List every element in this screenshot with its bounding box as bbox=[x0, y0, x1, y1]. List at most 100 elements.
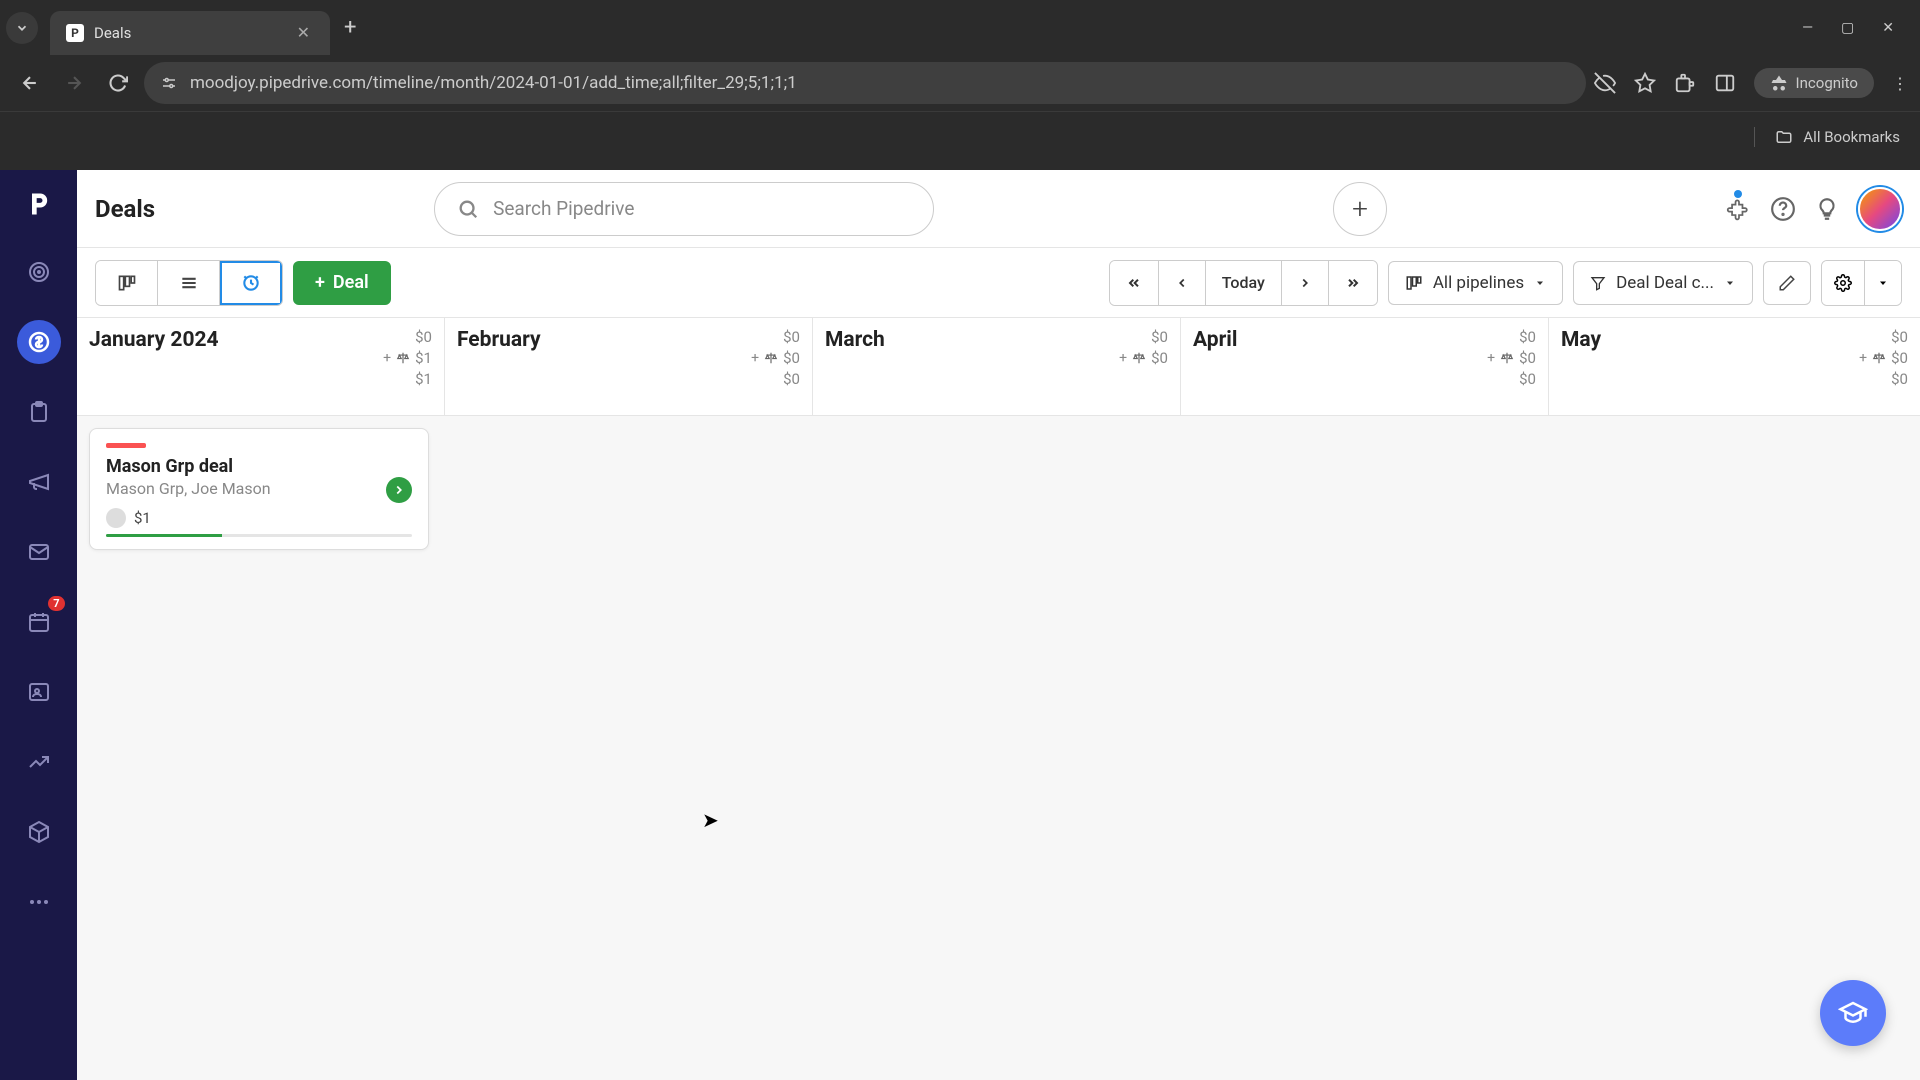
chevron-left-icon bbox=[1175, 276, 1189, 290]
sidebar-item-leads[interactable] bbox=[17, 250, 61, 294]
month-name: January 2024 bbox=[89, 328, 432, 352]
folder-icon bbox=[1775, 128, 1793, 146]
view-pipeline-button[interactable] bbox=[96, 261, 158, 305]
extensions-icon[interactable] bbox=[1674, 72, 1696, 94]
site-settings-icon[interactable] bbox=[160, 74, 178, 92]
edit-button[interactable] bbox=[1763, 261, 1811, 305]
back-button[interactable] bbox=[12, 65, 48, 101]
all-bookmarks-button[interactable]: All Bookmarks bbox=[1803, 128, 1900, 146]
lightbulb-icon bbox=[1814, 196, 1840, 222]
browser-tab[interactable]: P Deals ✕ bbox=[50, 11, 330, 55]
filter-icon bbox=[1590, 275, 1606, 291]
sidebar-item-campaigns[interactable] bbox=[17, 460, 61, 504]
megaphone-icon bbox=[27, 470, 51, 494]
nav-next-button[interactable] bbox=[1282, 261, 1329, 305]
app-logo[interactable] bbox=[19, 184, 59, 224]
search-placeholder: Search Pipedrive bbox=[493, 197, 634, 220]
deal-advance-button[interactable] bbox=[386, 477, 412, 503]
deal-card[interactable]: Mason Grp deal Mason Grp, Joe Mason $1 bbox=[89, 428, 429, 550]
incognito-indicator[interactable]: Incognito bbox=[1754, 68, 1874, 98]
quick-add-button[interactable]: + bbox=[1333, 182, 1387, 236]
tips-button[interactable] bbox=[1814, 182, 1840, 236]
window-controls: — ▢ ✕ bbox=[1802, 20, 1914, 36]
nav-today-button[interactable]: Today bbox=[1206, 261, 1282, 305]
chevrons-left-icon bbox=[1126, 275, 1142, 291]
help-fab[interactable] bbox=[1820, 980, 1886, 1046]
settings-button[interactable] bbox=[1822, 261, 1865, 305]
gear-icon bbox=[1834, 274, 1852, 292]
plus-icon: + bbox=[751, 350, 759, 366]
settings-dropdown[interactable] bbox=[1865, 261, 1901, 305]
browser-menu-icon[interactable]: ⋮ bbox=[1892, 74, 1908, 93]
forward-button[interactable] bbox=[56, 65, 92, 101]
toolbar: + Deal Today bbox=[77, 248, 1920, 318]
close-window-button[interactable]: ✕ bbox=[1882, 20, 1894, 36]
view-list-button[interactable] bbox=[158, 261, 220, 305]
help-button[interactable] bbox=[1770, 182, 1796, 236]
sidebar-item-deals[interactable] bbox=[17, 320, 61, 364]
target-icon bbox=[27, 260, 51, 284]
month-values: $0 +$0 $0 bbox=[1487, 328, 1536, 388]
month-total: $0 bbox=[751, 328, 800, 346]
deal-status-stripe bbox=[106, 443, 146, 448]
close-icon[interactable]: ✕ bbox=[293, 21, 314, 44]
month-total: $0 bbox=[1859, 328, 1908, 346]
sidebar: 7 bbox=[0, 170, 77, 1080]
sidebar-item-mail[interactable] bbox=[17, 530, 61, 574]
reload-icon bbox=[108, 73, 128, 93]
eye-off-icon[interactable] bbox=[1594, 72, 1616, 94]
marketplace-button[interactable] bbox=[1726, 182, 1752, 236]
side-panel-icon[interactable] bbox=[1714, 72, 1736, 94]
caret-down-icon bbox=[1724, 277, 1736, 289]
pipeline-selector[interactable]: All pipelines bbox=[1388, 261, 1563, 305]
view-forecast-button[interactable] bbox=[220, 261, 282, 305]
new-tab-button[interactable]: + bbox=[330, 15, 370, 40]
chevron-right-icon bbox=[1298, 276, 1312, 290]
address-bar: moodjoy.pipedrive.com/timeline/month/202… bbox=[0, 55, 1920, 111]
deal-footer: $1 bbox=[106, 508, 412, 528]
sidebar-item-activities[interactable]: 7 bbox=[17, 600, 61, 644]
puzzle-icon bbox=[1726, 196, 1752, 222]
search-input[interactable]: Search Pipedrive bbox=[434, 182, 934, 236]
month-name: May bbox=[1561, 328, 1908, 352]
activities-badge: 7 bbox=[48, 596, 64, 611]
nav-prev-button[interactable] bbox=[1159, 261, 1206, 305]
reload-button[interactable] bbox=[100, 65, 136, 101]
box-icon bbox=[27, 820, 51, 844]
scale-icon bbox=[1871, 351, 1887, 365]
graduation-cap-icon bbox=[1838, 998, 1868, 1028]
timeline: January 2024 $0 +$1 $1 February $0 +$0 $… bbox=[77, 318, 1920, 1080]
nav-jump-forward-button[interactable] bbox=[1329, 261, 1377, 305]
sidebar-item-products[interactable] bbox=[17, 810, 61, 854]
tab-search-button[interactable] bbox=[6, 12, 38, 44]
deal-button-label: Deal bbox=[333, 272, 369, 293]
month-weighted: $1 bbox=[415, 349, 432, 367]
month-values: $0 +$1 $1 bbox=[383, 328, 432, 388]
sidebar-item-more[interactable] bbox=[17, 880, 61, 924]
sidebar-item-projects[interactable] bbox=[17, 390, 61, 434]
month-name: April bbox=[1193, 328, 1536, 352]
maximize-button[interactable]: ▢ bbox=[1841, 20, 1854, 36]
scale-icon bbox=[395, 351, 411, 365]
url-field[interactable]: moodjoy.pipedrive.com/timeline/month/202… bbox=[144, 62, 1586, 104]
month-weighted: $0 bbox=[1151, 349, 1168, 367]
add-deal-button[interactable]: + Deal bbox=[293, 261, 391, 305]
scale-icon bbox=[1499, 351, 1515, 365]
user-avatar[interactable] bbox=[1858, 187, 1902, 231]
filter-selector[interactable]: Deal Deal c... bbox=[1573, 261, 1753, 305]
month-name: February bbox=[457, 328, 800, 352]
incognito-label: Incognito bbox=[1796, 74, 1858, 92]
nav-jump-back-button[interactable] bbox=[1110, 261, 1159, 305]
month-values: $0 +$0 $0 bbox=[751, 328, 800, 388]
mail-icon bbox=[27, 540, 51, 564]
pencil-icon bbox=[1778, 274, 1796, 292]
month-column: May $0 +$0 $0 bbox=[1549, 318, 1920, 415]
list-icon bbox=[179, 273, 199, 293]
month-open: $0 bbox=[1487, 370, 1536, 388]
minimize-button[interactable]: — bbox=[1802, 20, 1813, 36]
arrow-left-icon bbox=[20, 73, 40, 93]
sidebar-item-insights[interactable] bbox=[17, 740, 61, 784]
sidebar-item-contacts[interactable] bbox=[17, 670, 61, 714]
bookmark-star-icon[interactable] bbox=[1634, 72, 1656, 94]
month-open: $0 bbox=[1859, 370, 1908, 388]
